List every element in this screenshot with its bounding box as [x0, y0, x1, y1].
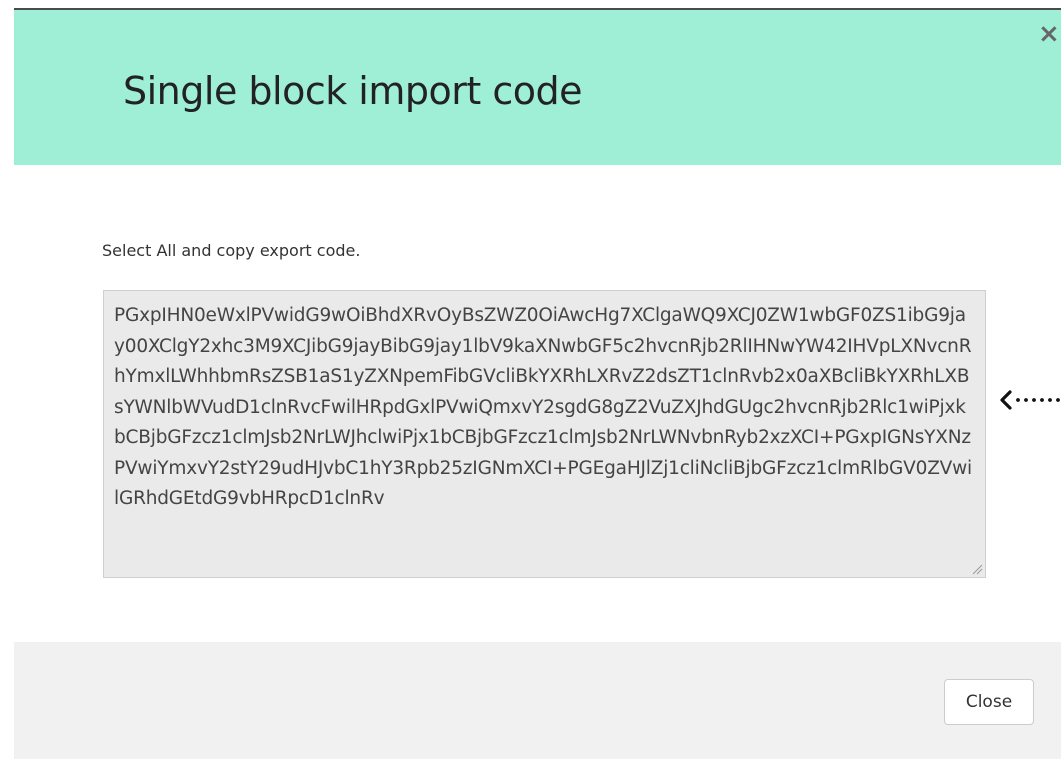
export-code-text[interactable]: PGxpIHN0eWxlPVwidG9wOiBhdXRvOyBsZWZ0OiAw…: [114, 301, 975, 515]
close-button[interactable]: Close: [944, 679, 1034, 725]
modal-title: Single block import code: [123, 69, 583, 113]
modal-header: Single block import code ×: [14, 10, 1061, 165]
instruction-text: Select All and copy export code.: [102, 241, 361, 260]
export-code-textarea[interactable]: PGxpIHN0eWxlPVwidG9wOiBhdXRvOyBsZWZ0OiAw…: [103, 290, 986, 578]
resize-handle-icon[interactable]: [971, 563, 983, 575]
import-code-modal: Single block import code × Select All an…: [14, 10, 1061, 759]
dotted-arrow-left-icon: [1000, 390, 1060, 410]
modal-footer: Close: [14, 642, 1061, 759]
close-icon[interactable]: ×: [1038, 21, 1061, 47]
